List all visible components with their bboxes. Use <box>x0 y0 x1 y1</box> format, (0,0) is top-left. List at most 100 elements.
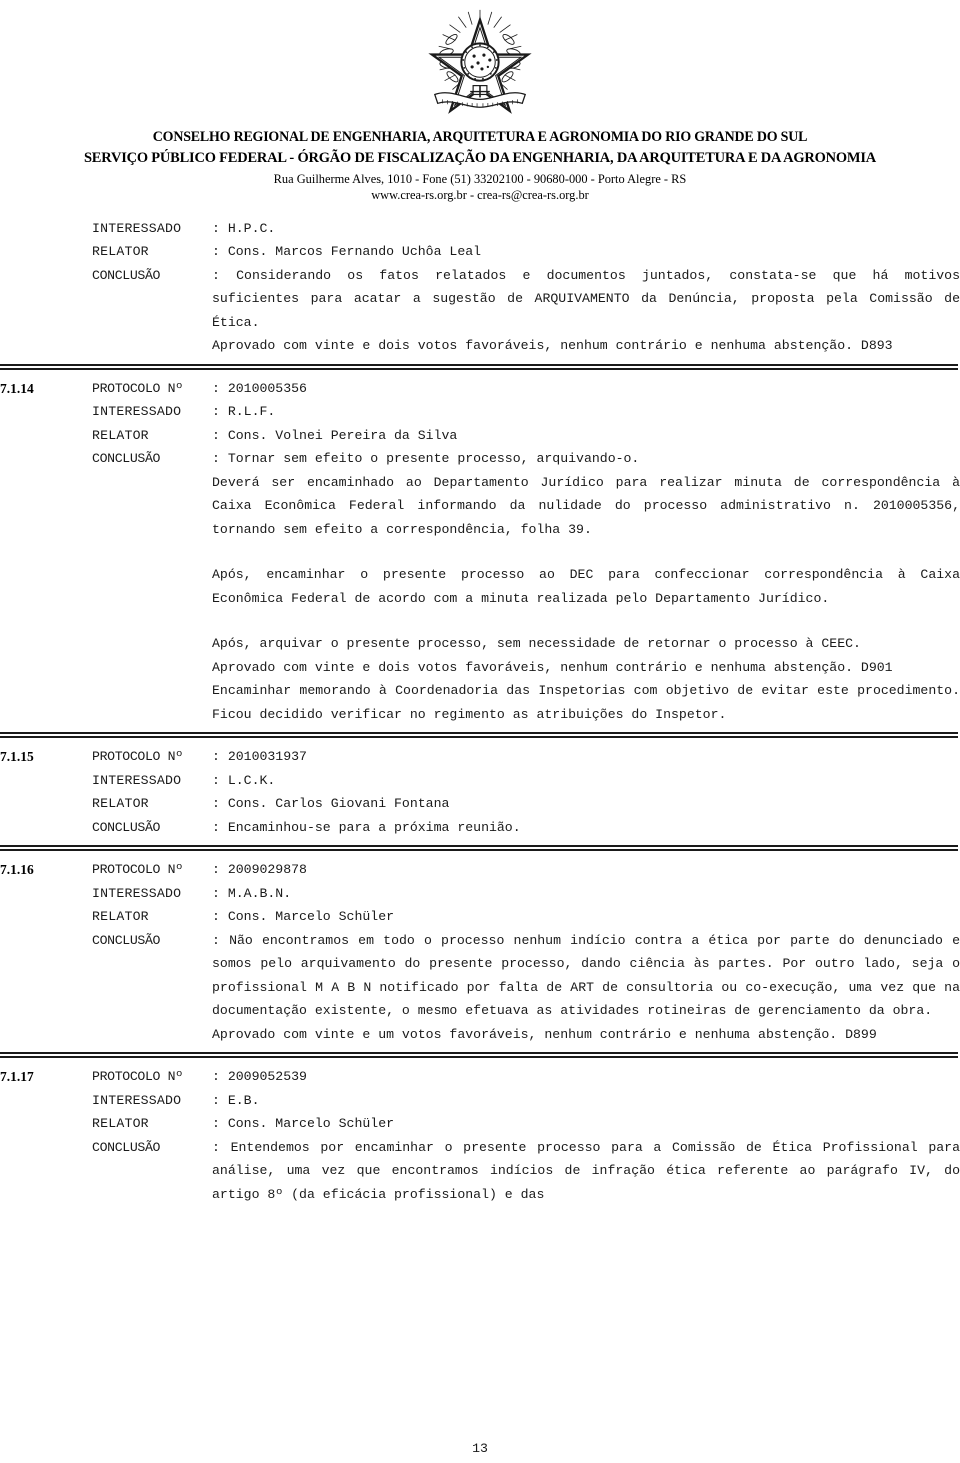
section-divider <box>0 732 958 739</box>
item-number: 7.1.16 <box>0 862 34 878</box>
label-interessado: INTERESSADO <box>92 404 182 420</box>
conclusao-extra-paragraphs: Aprovado com vinte e um votos favoráveis… <box>212 1023 960 1047</box>
fields-block: PROTOCOLO Nº : 2009029878 INTERESSADO : … <box>92 858 960 1046</box>
section-divider <box>0 363 958 371</box>
field-protocolo: PROTOCOLO Nº : 2009052539 <box>92 1065 960 1089</box>
minute-item-7-1-14: 7.1.14 PROTOCOLO Nº : 2010005356 INTERES… <box>0 377 960 727</box>
label-protocolo: PROTOCOLO Nº <box>92 749 183 765</box>
section-divider <box>0 845 958 852</box>
paragraph: Encaminhar memorando à Coordenadoria das… <box>212 683 960 722</box>
value-relator: : Cons. Marcos Fernando Uchôa Leal <box>212 244 482 260</box>
field-relator: RELATOR : Cons. Carlos Giovani Fontana <box>92 792 960 816</box>
minute-item-continued: INTERESSADO : H.P.C. RELATOR : Cons. Mar… <box>0 217 960 358</box>
minute-item-7-1-15: 7.1.15 PROTOCOLO Nº : 2010031937 INTERES… <box>0 745 960 839</box>
org-title-line-1: CONSELHO REGIONAL DE ENGENHARIA, ARQUITE… <box>152 129 808 145</box>
value-protocolo: : 2009052539 <box>212 1069 307 1085</box>
org-title-line-2: SERVIÇO PÚBLICO FEDERAL - ÓRGÃO DE FISCA… <box>83 150 877 167</box>
label-interessado: INTERESSADO <box>92 772 182 788</box>
value-relator: : Cons. Volnei Pereira da Silva <box>212 427 458 443</box>
value-relator: : Cons. Marcelo Schüler <box>212 909 395 925</box>
letterhead: CONSELHO REGIONAL DE ENGENHARIA, ARQUITE… <box>0 0 960 203</box>
field-relator: RELATOR : Cons. Volnei Pereira da Silva <box>92 424 960 448</box>
fields-block: PROTOCOLO Nº : 2010005356 INTERESSADO : … <box>92 377 960 727</box>
label-conclusao: CONCLUSÃO <box>92 819 161 835</box>
fields-block: PROTOCOLO Nº : 2010031937 INTERESSADO : … <box>92 745 960 839</box>
label-conclusao: CONCLUSÃO <box>92 267 161 283</box>
conclusao-body: : Encaminhou-se para a próxima reunião. <box>212 816 960 840</box>
field-relator: RELATOR : Cons. Marcelo Schüler <box>92 1112 960 1136</box>
item-number: 7.1.14 <box>0 380 34 396</box>
field-conclusao: CONCLUSÃO : Considerando os fatos relata… <box>92 264 960 335</box>
label-relator: RELATOR <box>92 244 149 260</box>
field-protocolo: PROTOCOLO Nº : 2010005356 <box>92 377 960 401</box>
item-number: 7.1.17 <box>0 1069 34 1085</box>
label-protocolo: PROTOCOLO Nº <box>92 380 183 396</box>
label-relator: RELATOR <box>92 1116 149 1132</box>
label-conclusao: CONCLUSÃO <box>92 1139 161 1155</box>
conclusao-body: : Tornar sem efeito o presente processo,… <box>212 447 960 471</box>
paragraph: Aprovado com vinte e um votos favoráveis… <box>212 1026 877 1042</box>
label-conclusao: CONCLUSÃO <box>92 451 161 467</box>
paragraph: Aprovado com vinte e dois votos favoráve… <box>212 338 893 354</box>
field-interessado: INTERESSADO : H.P.C. <box>92 217 960 241</box>
value-relator: : Cons. Marcelo Schüler <box>212 1116 395 1132</box>
conclusao-extra-paragraphs: Deverá ser encaminhado ao Departamento J… <box>212 471 960 727</box>
conclusao-body: : Não encontramos em todo o processo nen… <box>212 929 960 1023</box>
label-relator: RELATOR <box>92 796 149 812</box>
paragraph: Aprovado com vinte e dois votos favoráve… <box>212 659 893 675</box>
minute-item-7-1-16: 7.1.16 PROTOCOLO Nº : 2009029878 INTERES… <box>0 858 960 1046</box>
conclusao-extra-paragraphs: Aprovado com vinte e dois votos favoráve… <box>212 334 960 358</box>
conclusao-body: : Considerando os fatos relatados e docu… <box>212 264 960 335</box>
label-interessado: INTERESSADO <box>92 885 182 901</box>
field-conclusao: CONCLUSÃO : Entendemos por encaminhar o … <box>92 1136 960 1207</box>
field-conclusao: CONCLUSÃO : Não encontramos em todo o pr… <box>92 929 960 1023</box>
paragraph: Deverá ser encaminhado ao Departamento J… <box>212 474 960 537</box>
label-conclusao: CONCLUSÃO <box>92 932 161 948</box>
conclusao-body: : Entendemos por encaminhar o presente p… <box>212 1136 960 1207</box>
value-protocolo: : 2009029878 <box>212 862 307 878</box>
label-interessado: INTERESSADO <box>92 1092 182 1108</box>
conclusao-paragraph: : Não encontramos em todo o processo nen… <box>212 932 960 1019</box>
conclusao-paragraph: : Tornar sem efeito o presente processo,… <box>212 451 640 467</box>
field-protocolo: PROTOCOLO Nº : 2009029878 <box>92 858 960 882</box>
field-relator: RELATOR : Cons. Marcelo Schüler <box>92 905 960 929</box>
value-interessado: : R.L.F. <box>212 404 276 420</box>
value-interessado: : M.A.B.N. <box>212 885 292 901</box>
label-protocolo: PROTOCOLO Nº <box>92 1069 183 1085</box>
value-interessado: : H.P.C. <box>212 220 276 236</box>
field-protocolo: PROTOCOLO Nº : 2010031937 <box>92 745 960 769</box>
label-protocolo: PROTOCOLO Nº <box>92 862 183 878</box>
org-address: Rua Guilherme Alves, 1010 - Fone (51) 33… <box>273 172 687 187</box>
item-number: 7.1.15 <box>0 749 34 765</box>
fields-block: PROTOCOLO Nº : 2009052539 INTERESSADO : … <box>92 1065 960 1206</box>
value-interessado: : L.C.K. <box>212 772 276 788</box>
field-conclusao: CONCLUSÃO : Encaminhou-se para a próxima… <box>92 816 960 840</box>
brazil-coat-of-arms-icon <box>428 9 532 114</box>
minute-item-7-1-17: 7.1.17 PROTOCOLO Nº : 2009052539 INTERES… <box>0 1065 960 1206</box>
label-relator: RELATOR <box>92 427 149 443</box>
value-relator: : Cons. Carlos Giovani Fontana <box>212 796 450 812</box>
field-interessado: INTERESSADO : L.C.K. <box>92 769 960 793</box>
document-body: INTERESSADO : H.P.C. RELATOR : Cons. Mar… <box>0 203 960 1207</box>
field-interessado: INTERESSADO : M.A.B.N. <box>92 882 960 906</box>
field-interessado: INTERESSADO : E.B. <box>92 1089 960 1113</box>
fields-block: INTERESSADO : H.P.C. RELATOR : Cons. Mar… <box>92 217 960 358</box>
page-number: 13 <box>472 1441 488 1456</box>
value-interessado: : E.B. <box>212 1092 260 1108</box>
field-relator: RELATOR : Cons. Marcos Fernando Uchôa Le… <box>92 240 960 264</box>
conclusao-paragraph: : Encaminhou-se para a próxima reunião. <box>212 819 521 835</box>
conclusao-paragraph: : Entendemos por encaminhar o presente p… <box>212 1139 960 1202</box>
value-protocolo: : 2010005356 <box>212 380 307 396</box>
label-relator: RELATOR <box>92 909 149 925</box>
field-interessado: INTERESSADO : R.L.F. <box>92 400 960 424</box>
paragraph: Após, encaminhar o presente processo ao … <box>212 567 960 606</box>
field-conclusao: CONCLUSÃO : Tornar sem efeito o presente… <box>92 447 960 471</box>
paragraph: Após, arquivar o presente processo, sem … <box>212 636 861 652</box>
conclusao-paragraph: : Considerando os fatos relatados e docu… <box>212 267 960 330</box>
label-interessado: INTERESSADO <box>92 220 182 236</box>
org-web-contact: www.crea-rs.org.br - crea-rs@crea-rs.org… <box>371 187 589 202</box>
value-protocolo: : 2010031937 <box>212 749 307 765</box>
section-divider <box>0 1052 958 1059</box>
